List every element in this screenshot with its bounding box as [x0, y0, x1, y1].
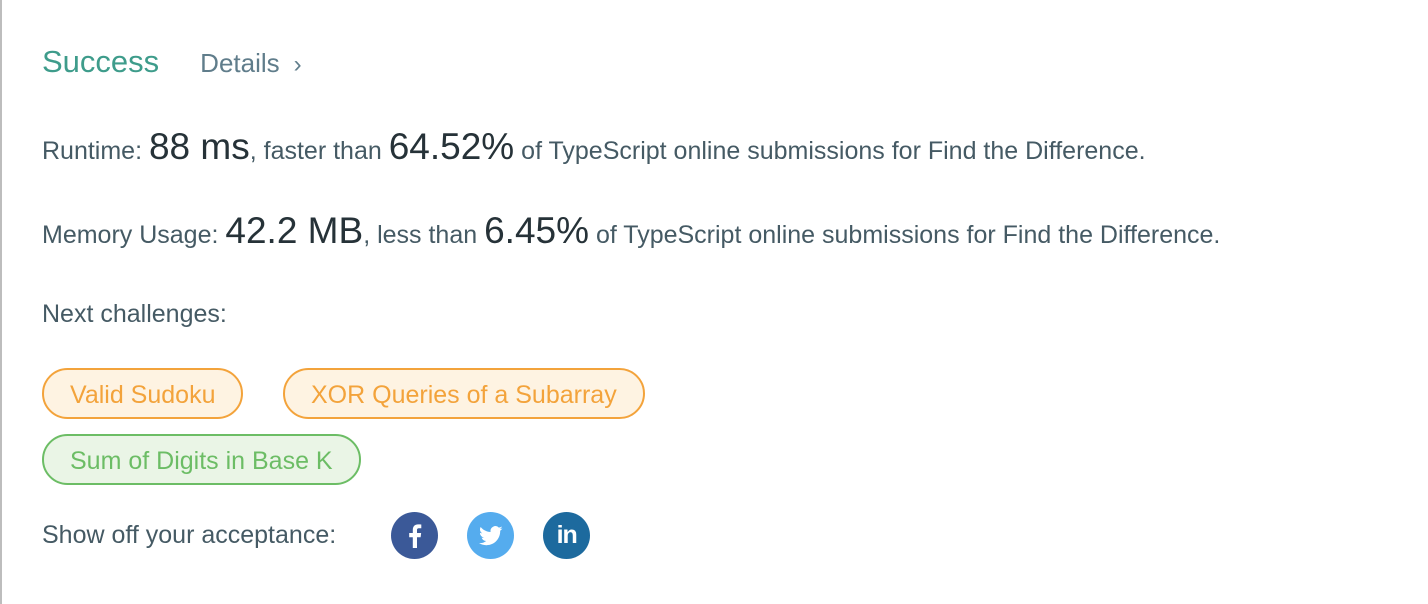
- twitter-icon: [478, 525, 503, 545]
- linkedin-icon: in: [556, 521, 578, 549]
- runtime-value: 88 ms: [148, 126, 250, 167]
- share-label: Show off your acceptance:: [42, 521, 337, 549]
- challenge-tag-xor-queries[interactable]: XOR Queries of a Subarray: [283, 368, 645, 419]
- challenge-tag-sum-of-digits[interactable]: Sum of Digits in Base K: [42, 434, 361, 485]
- memory-percent: 6.45%: [484, 210, 590, 251]
- details-label: Details: [200, 48, 280, 78]
- twitter-share-button[interactable]: [467, 512, 515, 559]
- facebook-icon: [408, 523, 421, 548]
- facebook-share-button[interactable]: [391, 512, 439, 559]
- challenge-tag-valid-sudoku[interactable]: Valid Sudoku: [42, 368, 244, 419]
- left-border: [0, 0, 2, 604]
- chevron-right-icon: ›: [293, 51, 302, 78]
- result-header: Success Details ›: [42, 44, 302, 80]
- memory-suffix: of TypeScript online submissions for Fin…: [589, 221, 1221, 249]
- memory-mid: , less than: [363, 221, 485, 249]
- memory-label: Memory Usage:: [42, 221, 226, 249]
- runtime-suffix: of TypeScript online submissions for Fin…: [514, 137, 1146, 165]
- runtime-label: Runtime:: [42, 137, 149, 165]
- linkedin-share-button[interactable]: in: [543, 512, 591, 559]
- runtime-stat: Runtime: 88 ms, faster than 64.52% of Ty…: [42, 126, 1146, 168]
- runtime-mid: , faster than: [249, 137, 389, 165]
- memory-stat: Memory Usage: 42.2 MB, less than 6.45% o…: [42, 210, 1220, 252]
- details-link[interactable]: Details ›: [200, 48, 301, 79]
- runtime-percent: 64.52%: [388, 126, 515, 167]
- status-title: Success: [42, 44, 160, 79]
- share-row: Show off your acceptance: in: [42, 512, 591, 559]
- memory-value: 42.2 MB: [225, 210, 364, 251]
- next-challenges-label: Next challenges:: [42, 300, 227, 328]
